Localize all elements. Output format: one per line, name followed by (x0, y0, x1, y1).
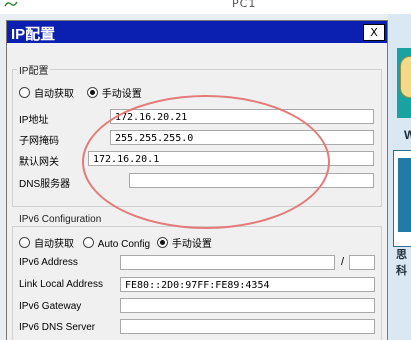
dns-server-input[interactable] (129, 173, 374, 188)
ipv6-group-title: IPv6 Configuration (17, 214, 104, 225)
outer-window-titlebar: PC1 (0, 0, 411, 14)
link-local-input[interactable]: FE80::2D0:97FF:FE89:4354 (120, 277, 375, 292)
subnet-mask-label: 子网掩码 (19, 136, 59, 147)
radio-button-selected-icon[interactable] (86, 87, 98, 98)
ipv6-mode-radios: 自动获取 Auto Config 手动设置 (19, 235, 222, 250)
ipv6-gateway-input[interactable] (120, 298, 375, 313)
subnet-mask-input[interactable]: 255.255.255.0 (110, 130, 374, 145)
ipv6-dns-input[interactable] (120, 319, 375, 334)
dialog-titlebar[interactable]: IP配置 X (7, 21, 387, 43)
ipv6-mode-autoconfig[interactable]: Auto Config (82, 237, 150, 250)
link-local-label: Link Local Address (19, 279, 103, 290)
background-lock-icon (400, 56, 411, 98)
radio-button-icon[interactable] (19, 237, 30, 248)
ipv6-address-label: IPv6 Address (19, 257, 78, 268)
dns-server-label: DNS服务器 (19, 179, 71, 190)
default-gateway-label: 默认网关 (19, 157, 59, 168)
ipv4-group-title: IP配置 (17, 62, 51, 77)
ipv6-dns-label: IPv6 DNS Server (19, 322, 96, 333)
ip-address-input[interactable]: 172.16.20.21 (110, 109, 374, 124)
prefix-separator: / (341, 256, 345, 268)
app-logo-icon (4, 1, 18, 7)
background-card-fill (398, 158, 411, 232)
default-gateway-input[interactable]: 172.16.20.1 (88, 151, 374, 166)
radio-button-icon[interactable] (19, 87, 30, 98)
dialog-title: IP配置 (11, 26, 56, 43)
radio-button-selected-icon[interactable] (156, 237, 168, 248)
close-button[interactable]: X (363, 24, 385, 41)
ipv6-mode-auto[interactable]: 自动获取 (19, 235, 74, 250)
background-text: 思科 (396, 249, 407, 277)
background-letter: W (404, 128, 411, 142)
radio-button-icon[interactable] (82, 237, 94, 248)
screen: PC1 W 思科 IP配置 X IP配置 自动获取 手动设置 IP地址 172.… (0, 0, 411, 340)
ipv4-mode-auto[interactable]: 自动获取 (19, 85, 74, 100)
ip-config-dialog: IP配置 X IP配置 自动获取 手动设置 IP地址 172.16.20.21 … (6, 20, 388, 340)
ipv6-mode-manual[interactable]: 手动设置 (156, 235, 212, 250)
ipv6-gateway-label: IPv6 Gateway (19, 301, 82, 312)
ipv6-prefix-input[interactable] (349, 255, 375, 270)
ipv6-address-input[interactable] (120, 255, 335, 270)
ip-address-label: IP地址 (19, 115, 49, 126)
ipv4-mode-manual[interactable]: 手动设置 (86, 85, 142, 100)
outer-window-title: PC1 (232, 0, 257, 10)
ipv4-mode-radios: 自动获取 手动设置 (19, 85, 152, 100)
